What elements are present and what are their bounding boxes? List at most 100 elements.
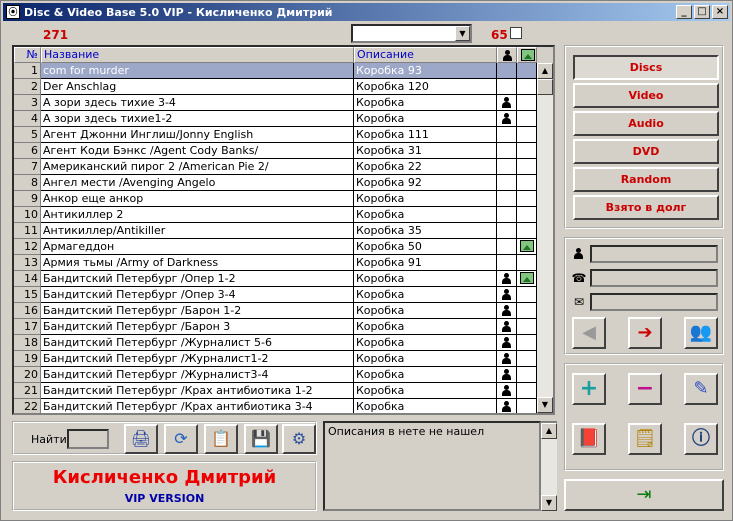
grid-scrollbar[interactable]: ▲ ▼ bbox=[537, 63, 553, 413]
row-description[interactable]: Коробка 111 bbox=[354, 127, 497, 143]
exit-button[interactable]: ⇥ bbox=[564, 479, 724, 511]
row-picture-cell[interactable] bbox=[517, 111, 537, 127]
scroll-thumb[interactable] bbox=[537, 79, 553, 95]
back-button[interactable]: ◀ bbox=[572, 317, 606, 349]
row-description[interactable]: Коробка bbox=[354, 367, 497, 383]
phone-field[interactable] bbox=[590, 269, 718, 287]
book-button[interactable]: 📕 bbox=[572, 423, 606, 455]
table-row[interactable]: 11 Антикиллер/Antikiller Коробка 35 bbox=[14, 223, 553, 239]
audio-button[interactable]: Audio bbox=[573, 111, 719, 136]
row-description[interactable]: Коробка bbox=[354, 383, 497, 399]
row-title[interactable]: Американский пирог 2 /American Pie 2/ bbox=[41, 159, 354, 175]
scroll-down-icon[interactable]: ▼ bbox=[541, 495, 557, 511]
row-person-cell[interactable] bbox=[497, 63, 517, 79]
row-picture-cell[interactable] bbox=[517, 95, 537, 111]
row-picture-cell[interactable] bbox=[517, 175, 537, 191]
row-description[interactable]: Коробка 22 bbox=[354, 159, 497, 175]
people-button[interactable]: 👥 bbox=[684, 317, 718, 349]
row-number[interactable]: 4 bbox=[14, 111, 41, 127]
row-person-cell[interactable] bbox=[497, 207, 517, 223]
row-number[interactable]: 1 bbox=[14, 63, 41, 79]
row-number[interactable]: 15 bbox=[14, 287, 41, 303]
row-number[interactable]: 6 bbox=[14, 143, 41, 159]
row-number[interactable]: 20 bbox=[14, 367, 41, 383]
row-picture-cell[interactable] bbox=[517, 351, 537, 367]
row-title[interactable]: Бандитский Петербург /Журналист3-4 bbox=[41, 367, 354, 383]
row-description[interactable]: Коробка 93 bbox=[354, 63, 497, 79]
minimize-button[interactable]: _ bbox=[676, 5, 692, 19]
row-picture-cell[interactable] bbox=[517, 335, 537, 351]
save-button[interactable]: 💾 bbox=[244, 424, 278, 454]
table-row[interactable]: 13 Армия тьмы /Army of Darkness Коробка 91 bbox=[14, 255, 553, 271]
row-title[interactable]: Бандитский Петербург /Опер 3-4 bbox=[41, 287, 354, 303]
table-row[interactable]: 12 Армагеддон Коробка 50 bbox=[14, 239, 553, 255]
row-number[interactable]: 13 bbox=[14, 255, 41, 271]
description-scrollbar[interactable]: ▲ ▼ bbox=[541, 421, 557, 511]
row-description[interactable]: Коробка bbox=[354, 335, 497, 351]
row-title[interactable]: Бандитский Петербург /Крах антибиотика 3… bbox=[41, 399, 354, 413]
add-button[interactable]: + bbox=[572, 373, 606, 405]
col-number-header[interactable]: № bbox=[14, 47, 41, 63]
row-number[interactable]: 3 bbox=[14, 95, 41, 111]
row-person-cell[interactable] bbox=[497, 111, 517, 127]
notes-button[interactable]: 🗒 bbox=[628, 423, 662, 455]
remove-button[interactable]: − bbox=[628, 373, 662, 405]
row-person-cell[interactable] bbox=[497, 143, 517, 159]
row-person-cell[interactable] bbox=[497, 127, 517, 143]
row-person-cell[interactable] bbox=[497, 303, 517, 319]
row-person-cell[interactable] bbox=[497, 367, 517, 383]
row-number[interactable]: 2 bbox=[14, 79, 41, 95]
refresh-button[interactable]: ⟳ bbox=[164, 424, 198, 454]
info-button[interactable]: ⓘ bbox=[684, 423, 718, 455]
row-picture-cell[interactable] bbox=[517, 63, 537, 79]
row-title[interactable]: Агент Джонни Инглиш/Jonny English bbox=[41, 127, 354, 143]
row-person-cell[interactable] bbox=[497, 191, 517, 207]
row-title[interactable]: Бандитский Петербург /Барон 1-2 bbox=[41, 303, 354, 319]
row-picture-cell[interactable] bbox=[517, 271, 537, 287]
row-person-cell[interactable] bbox=[497, 239, 517, 255]
col-description-header[interactable]: Описание bbox=[354, 47, 497, 63]
edit-button[interactable]: ✎ bbox=[684, 373, 718, 405]
description-box[interactable]: Описания в нете не нашел bbox=[323, 421, 541, 511]
row-title[interactable]: Бандитский Петербург /Журналист1-2 bbox=[41, 351, 354, 367]
row-title[interactable]: Анкор еще анкор bbox=[41, 191, 354, 207]
row-description[interactable]: Коробка bbox=[354, 271, 497, 287]
table-row[interactable]: 14 Бандитский Петербург /Опер 1-2 Коробка bbox=[14, 271, 553, 287]
row-person-cell[interactable] bbox=[497, 79, 517, 95]
print-button[interactable]: 🖨 bbox=[124, 424, 158, 454]
row-description[interactable]: Коробка 92 bbox=[354, 175, 497, 191]
search-input[interactable] bbox=[67, 429, 109, 449]
row-description[interactable]: Коробка bbox=[354, 111, 497, 127]
row-picture-cell[interactable] bbox=[517, 79, 537, 95]
row-title[interactable]: com for murder bbox=[41, 63, 354, 79]
row-title[interactable]: Армагеддон bbox=[41, 239, 354, 255]
row-description[interactable]: Коробка bbox=[354, 351, 497, 367]
row-title[interactable]: Бандитский Петербург /Опер 1-2 bbox=[41, 271, 354, 287]
row-number[interactable]: 10 bbox=[14, 207, 41, 223]
row-person-cell[interactable] bbox=[497, 271, 517, 287]
scroll-down-icon[interactable]: ▼ bbox=[537, 397, 553, 413]
chevron-down-icon[interactable]: ▼ bbox=[455, 26, 470, 41]
row-number[interactable]: 12 bbox=[14, 239, 41, 255]
table-row[interactable]: 1 com for murder Коробка 93 bbox=[14, 63, 553, 79]
row-person-cell[interactable] bbox=[497, 159, 517, 175]
table-row[interactable]: 7 Американский пирог 2 /American Pie 2/Ко… bbox=[14, 159, 553, 175]
table-row[interactable]: 6 Агент Коди Бэнкс /Agent Cody Banks/Коро… bbox=[14, 143, 553, 159]
row-picture-cell[interactable] bbox=[517, 255, 537, 271]
row-description[interactable]: Коробка bbox=[354, 303, 497, 319]
table-row[interactable]: 15 Бандитский Петербург /Опер 3-4 Коробка bbox=[14, 287, 553, 303]
col-picture-header[interactable] bbox=[517, 47, 537, 63]
filter-combobox[interactable]: ▼ bbox=[351, 24, 472, 43]
row-description[interactable]: Коробка 50 bbox=[354, 239, 497, 255]
scroll-up-icon[interactable]: ▲ bbox=[541, 423, 557, 439]
row-title[interactable]: Ангел мести /Avenging Angelo bbox=[41, 175, 354, 191]
table-row[interactable]: 18 Бандитский Петербург /Журналист 5-6 Кор… bbox=[14, 335, 553, 351]
dvd-button[interactable]: DVD bbox=[573, 139, 719, 164]
row-number[interactable]: 7 bbox=[14, 159, 41, 175]
table-row[interactable]: 19 Бандитский Петербург /Журналист1-2 Коро… bbox=[14, 351, 553, 367]
table-row[interactable]: 21 Бандитский Петербург /Крах антибиотика… bbox=[14, 383, 553, 399]
row-description[interactable]: Коробка 31 bbox=[354, 143, 497, 159]
row-person-cell[interactable] bbox=[497, 335, 517, 351]
row-picture-cell[interactable] bbox=[517, 383, 537, 399]
row-picture-cell[interactable] bbox=[517, 367, 537, 383]
